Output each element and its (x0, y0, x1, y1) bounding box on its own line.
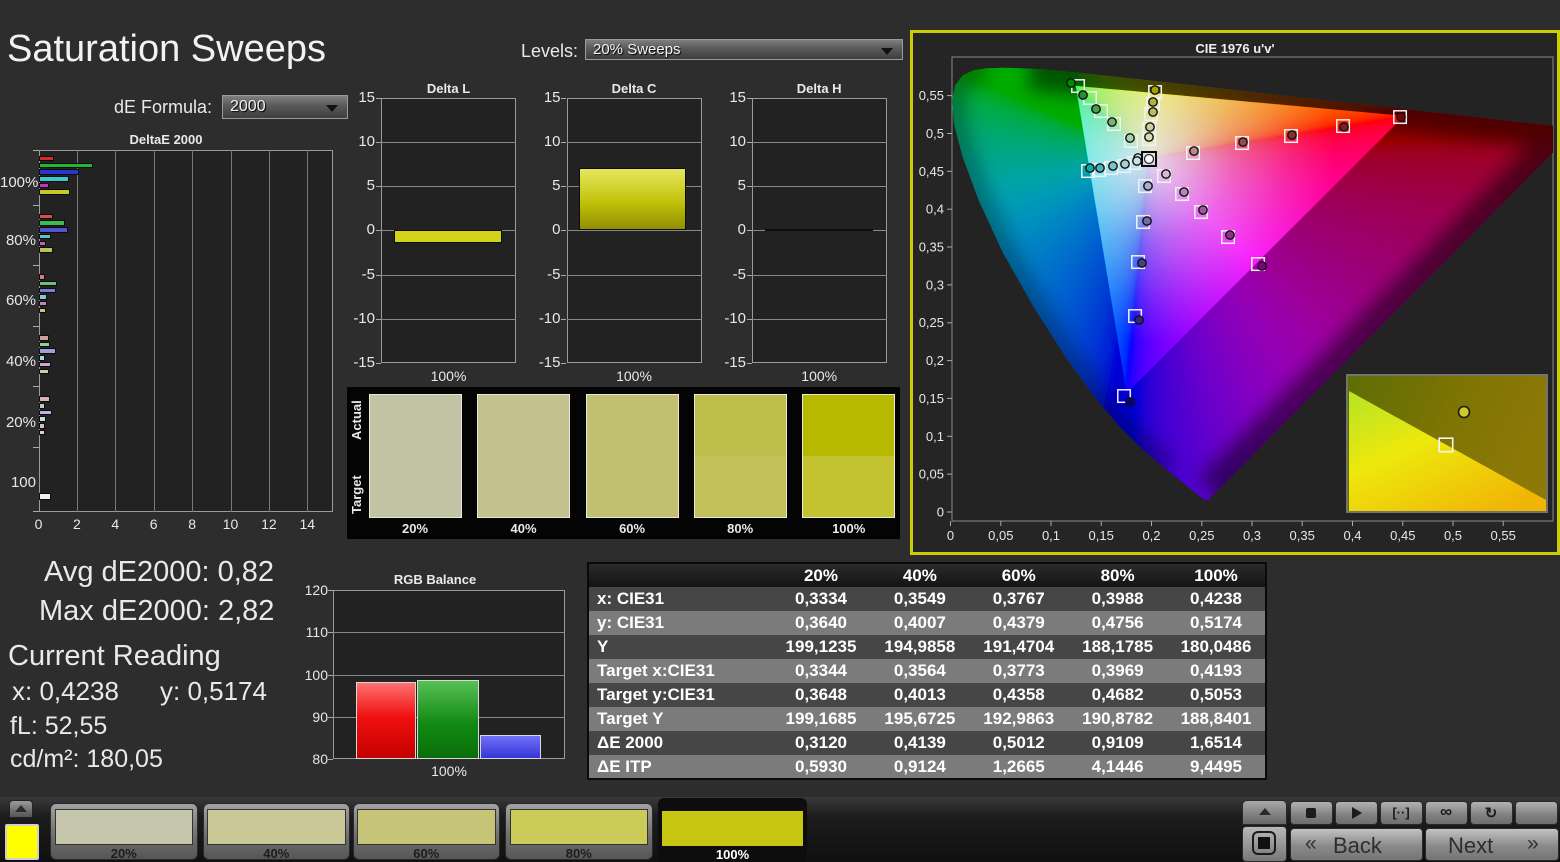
svg-text:0: 0 (937, 505, 944, 520)
svg-text:0,3: 0,3 (1243, 528, 1261, 543)
svg-text:0,15: 0,15 (1089, 528, 1114, 543)
svg-text:0,5: 0,5 (926, 126, 944, 141)
svg-text:0,1: 0,1 (1042, 528, 1060, 543)
svg-text:0,4: 0,4 (926, 202, 944, 217)
svg-text:0,25: 0,25 (919, 315, 944, 330)
svg-text:0: 0 (947, 528, 954, 543)
svg-text:CIE 1976 u'v': CIE 1976 u'v' (1195, 41, 1274, 56)
svg-text:0,55: 0,55 (919, 88, 944, 103)
svg-text:0,2: 0,2 (1142, 528, 1160, 543)
svg-text:0,1: 0,1 (926, 429, 944, 444)
svg-text:0,45: 0,45 (1390, 528, 1415, 543)
svg-text:0,4: 0,4 (1343, 528, 1361, 543)
svg-text:0,45: 0,45 (919, 164, 944, 179)
svg-text:0,25: 0,25 (1189, 528, 1214, 543)
svg-text:0,05: 0,05 (988, 528, 1013, 543)
svg-text:0,2: 0,2 (926, 353, 944, 368)
svg-text:0,55: 0,55 (1491, 528, 1516, 543)
svg-text:0,35: 0,35 (919, 240, 944, 255)
svg-text:0,5: 0,5 (1444, 528, 1462, 543)
svg-text:0,35: 0,35 (1290, 528, 1315, 543)
svg-text:0,05: 0,05 (919, 467, 944, 482)
svg-text:0,15: 0,15 (919, 391, 944, 406)
svg-text:0,3: 0,3 (926, 277, 944, 292)
